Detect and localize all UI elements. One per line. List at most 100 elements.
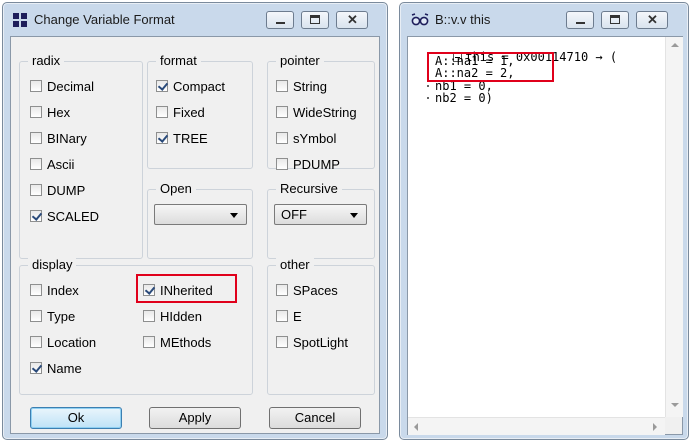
recursive-group-label: Recursive (276, 181, 342, 197)
methods-checkbox[interactable]: MEthods (143, 333, 211, 351)
checkbox-label: Fixed (173, 104, 205, 120)
maximize-button[interactable] (601, 11, 629, 29)
open-group: Open (147, 181, 253, 259)
close-button[interactable]: ✕ (336, 11, 368, 29)
checkbox-box[interactable] (30, 158, 42, 170)
checkbox-label: PDUMP (293, 156, 340, 172)
checkbox-label: Hex (47, 104, 71, 120)
checkbox-label: E (293, 308, 302, 324)
scaled-checkbox[interactable]: SCALED (30, 207, 99, 225)
recursive-dropdown[interactable]: OFF (274, 204, 367, 225)
string-checkbox[interactable]: String (276, 77, 327, 95)
vertical-scrollbar[interactable] (665, 37, 683, 417)
binary-checkbox[interactable]: BINary (30, 129, 87, 147)
checkbox-label: Name (47, 360, 82, 376)
minimize-button[interactable] (266, 11, 294, 29)
inherited-highlight (136, 274, 237, 303)
checkbox-box[interactable] (276, 158, 288, 170)
minimize-button[interactable] (566, 11, 594, 29)
recursive-dropdown-value: OFF (281, 207, 307, 222)
hidden-checkbox[interactable]: HIdden (143, 307, 202, 325)
type-checkbox[interactable]: Type (30, 307, 75, 325)
inherited-members-highlight (427, 52, 554, 82)
tree-row-text: nb2 = 0) (435, 91, 493, 105)
minimize-icon (276, 22, 285, 24)
horizontal-scrollbar[interactable] (408, 417, 665, 435)
checkbox-box[interactable] (156, 80, 168, 92)
maximize-button[interactable] (301, 11, 329, 29)
e-checkbox[interactable]: E (276, 307, 302, 325)
radix-group-label: radix (28, 53, 65, 69)
variable-view-window: B::v.v this ✕ this = 0x00114710 → ( A::n… (399, 2, 689, 440)
checkbox-box[interactable] (30, 336, 42, 348)
checkbox-box[interactable] (30, 184, 42, 196)
symbol-checkbox[interactable]: sYmbol (276, 129, 336, 147)
checkbox-label: TREE (173, 130, 208, 146)
ok-button[interactable]: Ok (30, 407, 122, 429)
name-checkbox[interactable]: Name (30, 359, 82, 377)
checkbox-label: Location (47, 334, 97, 350)
decimal-checkbox[interactable]: Decimal (30, 77, 94, 95)
chevron-down-icon (230, 213, 238, 218)
pointer-group: pointer String WideString sYmbol PDUMP (267, 53, 375, 172)
cancel-button[interactable]: Cancel (269, 407, 361, 429)
checkbox-label: WideString (293, 104, 357, 120)
checkbox-box[interactable] (143, 336, 155, 348)
compact-checkbox[interactable]: Compact (156, 77, 225, 95)
ascii-checkbox[interactable]: Ascii (30, 155, 74, 173)
checkbox-box[interactable] (30, 210, 42, 222)
close-icon: ✕ (347, 12, 358, 27)
title-bar[interactable]: Change Variable Format ✕ (3, 3, 387, 35)
checkbox-box[interactable] (30, 80, 42, 92)
maximize-icon (610, 15, 620, 24)
checkbox-box[interactable] (30, 284, 42, 296)
resize-grip[interactable] (665, 417, 682, 434)
format-group: format Compact Fixed TREE (147, 53, 253, 169)
chevron-down-icon (350, 213, 358, 218)
recursive-group: Recursive OFF (267, 181, 375, 259)
title-bar[interactable]: B::v.v this ✕ (400, 3, 688, 35)
checkbox-box[interactable] (30, 106, 42, 118)
checkbox-box[interactable] (276, 284, 288, 296)
location-checkbox[interactable]: Location (30, 333, 96, 351)
open-group-label: Open (156, 181, 196, 197)
widestring-checkbox[interactable]: WideString (276, 103, 357, 121)
scroll-left-icon[interactable] (414, 423, 418, 431)
index-checkbox[interactable]: Index (30, 281, 79, 299)
checkbox-label: Compact (173, 78, 226, 94)
close-icon: ✕ (647, 12, 658, 27)
scroll-down-icon[interactable] (671, 403, 679, 407)
checkbox-label: String (293, 78, 327, 94)
tree-row[interactable]: nb2 = 0) (423, 91, 493, 105)
pdump-checkbox[interactable]: PDUMP (276, 155, 340, 173)
hex-checkbox[interactable]: Hex (30, 103, 70, 121)
open-dropdown[interactable] (154, 204, 247, 225)
apply-button[interactable]: Apply (149, 407, 241, 429)
checkbox-box[interactable] (156, 132, 168, 144)
checkbox-label: Ascii (47, 156, 75, 172)
tree-checkbox[interactable]: TREE (156, 129, 208, 147)
checkbox-label: MEthods (160, 334, 212, 350)
checkbox-label: DUMP (47, 182, 86, 198)
dump-checkbox[interactable]: DUMP (30, 181, 85, 199)
scroll-right-icon[interactable] (653, 423, 657, 431)
scroll-up-icon[interactable] (671, 43, 679, 47)
checkbox-box[interactable] (143, 310, 155, 322)
checkbox-box[interactable] (276, 106, 288, 118)
checkbox-box[interactable] (276, 80, 288, 92)
checkbox-label: HIdden (160, 308, 202, 324)
checkbox-box[interactable] (30, 362, 42, 374)
glasses-icon (411, 13, 429, 27)
fixed-checkbox[interactable]: Fixed (156, 103, 205, 121)
pointer-group-label: pointer (276, 53, 324, 69)
close-button[interactable]: ✕ (636, 11, 668, 29)
spotlight-checkbox[interactable]: SpotLight (276, 333, 348, 351)
checkbox-box[interactable] (276, 310, 288, 322)
radix-group: radix Decimal Hex BINary Ascii DUMP SCAL… (19, 53, 143, 259)
checkbox-box[interactable] (276, 132, 288, 144)
checkbox-box[interactable] (276, 336, 288, 348)
spaces-checkbox[interactable]: SPaces (276, 281, 338, 299)
checkbox-box[interactable] (30, 132, 42, 144)
checkbox-box[interactable] (30, 310, 42, 322)
checkbox-box[interactable] (156, 106, 168, 118)
